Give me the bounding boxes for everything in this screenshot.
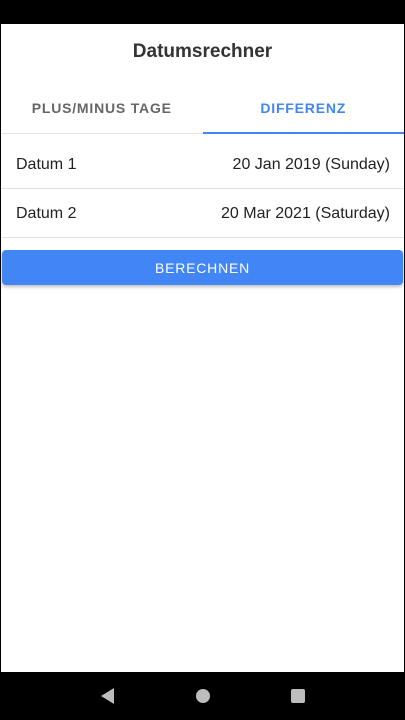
back-button[interactable] — [88, 676, 128, 716]
back-icon — [101, 688, 114, 704]
system-nav-bar — [0, 672, 405, 720]
app-screen: Datumsrechner PLUS/MINUS TAGE DIFFERENZ … — [1, 24, 404, 672]
home-button[interactable] — [183, 676, 223, 716]
date-1-value[interactable]: 20 Jan 2019 (Sunday) — [233, 156, 390, 174]
date-2-value[interactable]: 20 Mar 2021 (Saturday) — [221, 205, 390, 223]
date-2-label: Datum 2 — [16, 204, 77, 222]
tab-difference[interactable]: DIFFERENZ — [202, 82, 405, 134]
home-icon — [195, 689, 210, 703]
recents-icon — [290, 689, 305, 703]
date-2-row[interactable]: Datum 2 20 Mar 2021 (Saturday) — [1, 190, 404, 238]
date-1-row[interactable]: Datum 1 20 Jan 2019 (Sunday) — [1, 141, 404, 189]
calculate-button[interactable]: BERECHNEN — [2, 250, 403, 285]
app-title: Datumsrechner — [132, 41, 273, 62]
recents-button[interactable] — [278, 676, 318, 716]
tab-plus-minus-days[interactable]: PLUS/MINUS TAGE — [1, 82, 203, 133]
tab-bar: PLUS/MINUS TAGE DIFFERENZ — [1, 82, 404, 134]
status-bar — [0, 0, 405, 24]
date-1-label: Datum 1 — [16, 155, 77, 173]
